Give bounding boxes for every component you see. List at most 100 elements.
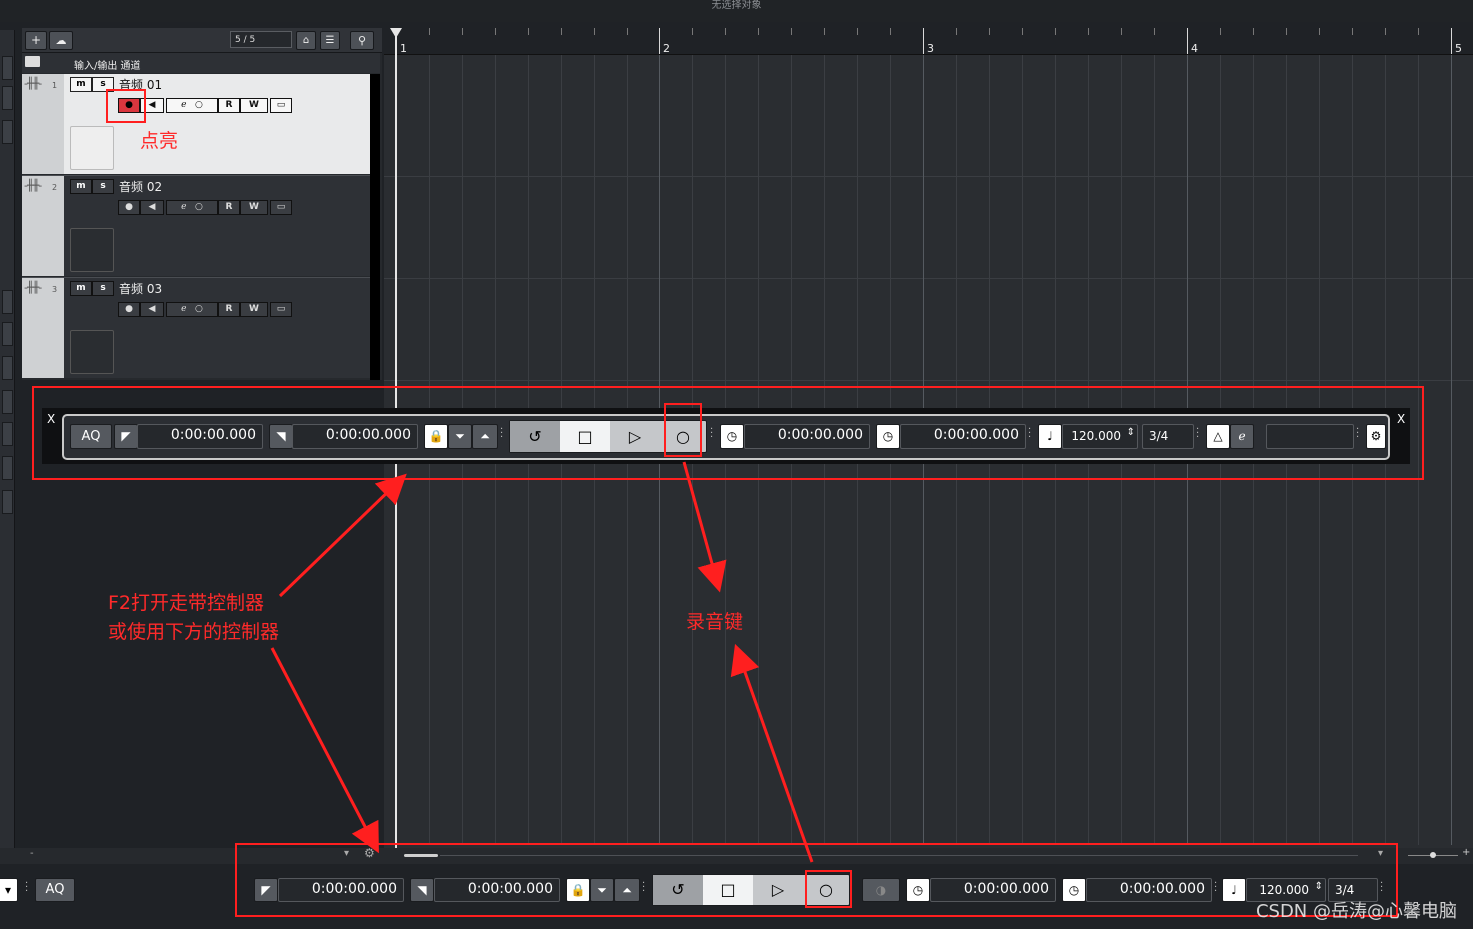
edit-channel-button[interactable]: ℯ ○	[166, 98, 218, 113]
left-strip-button[interactable]	[2, 422, 13, 446]
ruler-tick	[956, 28, 957, 35]
lanes-icon[interactable]: ▭	[270, 98, 292, 113]
bar-number: 1	[400, 42, 407, 55]
left-strip-button[interactable]	[2, 56, 13, 80]
record-enable-button[interactable]: ●	[118, 302, 140, 317]
track-thumbnail	[70, 330, 114, 374]
solo-button[interactable]: s	[92, 179, 114, 194]
bar-number: 5	[1455, 42, 1462, 55]
track-name: 音频 02	[119, 180, 163, 194]
track-row[interactable]: -╫╫- 2 m s 音频 02 ● ◀ ℯ ○ R W ▭	[22, 176, 372, 276]
edit-channel-button[interactable]: ℯ ○	[166, 200, 218, 215]
annotation-box-record-enable	[106, 89, 146, 123]
zoom-plus-icon[interactable]: +	[1462, 847, 1470, 858]
io-channel-row[interactable]: 输入/输出 通道	[22, 53, 380, 73]
io-channel-label: 输入/输出 通道	[74, 61, 141, 72]
track-header: m s 音频 03 ● ◀ ℯ ○ R W ▭	[64, 278, 370, 378]
left-strip-button[interactable]	[2, 490, 13, 514]
bar-number: 4	[1191, 42, 1198, 55]
ruler-tick	[1220, 28, 1221, 35]
track-side: -╫╫- 2	[22, 176, 64, 276]
track-header: m s 音频 02 ● ◀ ℯ ○ R W ▭	[64, 176, 370, 276]
search-icon[interactable]: ⚲	[350, 31, 374, 50]
audio-wave-icon: -╫╫-	[24, 179, 42, 192]
audio-wave-icon: -╫╫-	[24, 77, 42, 90]
ruler-tick	[1022, 28, 1023, 35]
track-number: 1	[52, 81, 58, 90]
solo-button[interactable]: s	[92, 281, 114, 296]
ruler-tick	[627, 28, 628, 35]
left-zone-strip	[0, 30, 15, 860]
monitor-icon[interactable]: ◀	[140, 302, 164, 317]
read-automation-button[interactable]: R	[218, 302, 240, 317]
ruler-tick	[1286, 28, 1287, 35]
left-strip-button[interactable]	[2, 456, 13, 480]
left-strip-button[interactable]	[2, 120, 13, 144]
ruler-tick	[791, 28, 792, 35]
lanes-icon[interactable]: ▭	[270, 302, 292, 317]
left-strip-button[interactable]	[2, 290, 13, 314]
ruler-tick	[528, 28, 529, 35]
annotation-light-up: 点亮	[140, 130, 179, 152]
ruler-tick	[1352, 28, 1353, 35]
track-row[interactable]: -╫╫- 1 m s 音频 01 ● ◀ ℯ ○ R W ▭	[22, 74, 372, 174]
track-list-toolbar: + ☁ 5 / 5 ⌂ ☰ ⚲	[22, 28, 382, 53]
mute-button[interactable]: m	[70, 179, 92, 194]
write-automation-button[interactable]: W	[240, 302, 268, 317]
left-strip-button[interactable]	[2, 86, 13, 110]
annotation-box-floating-transport	[32, 386, 1424, 480]
read-automation-button[interactable]: R	[218, 200, 240, 215]
track-number: 3	[52, 285, 58, 294]
mute-button[interactable]: m	[70, 77, 92, 92]
timeline-ruler[interactable]: 1 2 3 4 5	[384, 28, 1473, 55]
lanes-icon[interactable]: ▭	[270, 200, 292, 215]
bar-number: 2	[663, 42, 670, 55]
ruler-tick	[1121, 28, 1122, 35]
edit-channel-button[interactable]: ℯ ○	[166, 302, 218, 317]
bar-line	[1451, 28, 1452, 54]
list-icon[interactable]: ☰	[320, 31, 340, 50]
track-thumbnail	[70, 228, 114, 272]
annotation-box-record-floating	[664, 403, 702, 457]
ruler-tick	[594, 28, 595, 35]
folder-icon	[25, 56, 40, 67]
cloud-add-icon[interactable]: ☁	[49, 31, 73, 50]
read-automation-button[interactable]: R	[218, 98, 240, 113]
left-strip-button[interactable]	[2, 390, 13, 414]
write-automation-button[interactable]: W	[240, 200, 268, 215]
annotation-f2-line2: 或使用下方的控制器	[108, 621, 280, 643]
ruler-tick	[1055, 28, 1056, 35]
title-bar: 无选择对象	[0, 0, 1473, 22]
track-side: -╫╫- 1	[22, 74, 64, 174]
left-strip-button[interactable]	[2, 356, 13, 380]
track-row[interactable]: -╫╫- 3 m s 音频 03 ● ◀ ℯ ○ R W ▭	[22, 278, 372, 378]
mute-button[interactable]: m	[70, 281, 92, 296]
track-list-scrollbar[interactable]	[370, 74, 380, 380]
track-counter: 5 / 5	[230, 31, 292, 48]
monitor-icon[interactable]: ◀	[140, 200, 164, 215]
annotation-f2-line1: F2打开走带控制器	[108, 592, 265, 614]
arrow-to-bottom-transport	[270, 647, 379, 854]
separator-dots: · · ·	[25, 878, 29, 897]
ruler-tick	[462, 28, 463, 35]
left-strip-button[interactable]	[2, 322, 13, 346]
ruler-tick	[1418, 28, 1419, 35]
track-list: + ☁ 5 / 5 ⌂ ☰ ⚲ 输入/输出 通道 -╫╫- 1 m s 音频 0…	[22, 28, 382, 380]
ruler-tick	[824, 28, 825, 35]
add-track-button[interactable]: +	[25, 31, 47, 50]
chevron-down-icon[interactable]: ▾	[0, 878, 18, 902]
ruler-tick	[1088, 28, 1089, 35]
track-lane-divider	[384, 278, 1473, 279]
ruler-tick	[989, 28, 990, 35]
watermark: CSDN @岳涛@心馨电脑	[1255, 901, 1457, 922]
aq-button[interactable]: AQ	[35, 878, 75, 902]
record-enable-button[interactable]: ●	[118, 200, 140, 215]
track-lane-divider	[384, 380, 1473, 381]
ruler-tick	[1253, 28, 1254, 35]
home-icon[interactable]: ⌂	[296, 31, 316, 50]
ruler-tick	[890, 28, 891, 35]
ruler-tick	[692, 28, 693, 35]
ruler-tick	[725, 28, 726, 35]
write-automation-button[interactable]: W	[240, 98, 268, 113]
zoom-slider-handle[interactable]	[1430, 852, 1436, 858]
